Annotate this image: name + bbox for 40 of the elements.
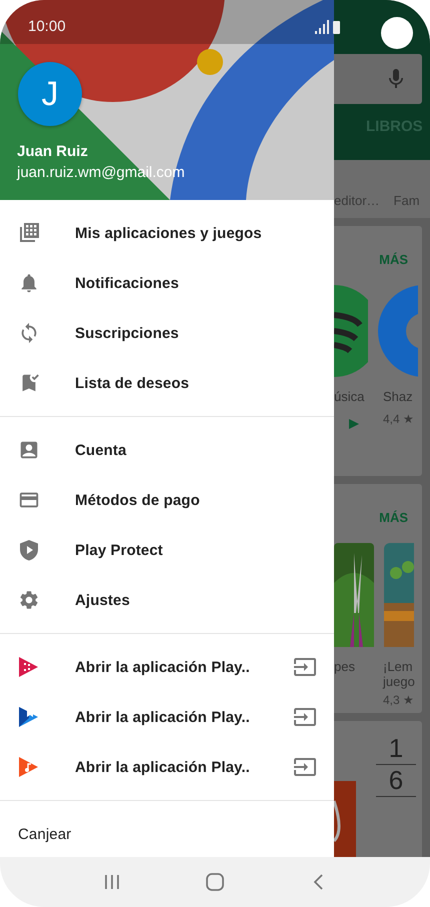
menu-item[interactable]: Cuenta <box>0 425 334 475</box>
signal-battery-icon <box>315 20 343 34</box>
editor-choice-icon <box>348 418 360 430</box>
menu-item[interactable]: Canjear <box>0 811 334 857</box>
open-app-icon[interactable] <box>293 755 317 779</box>
app-title: pes <box>334 659 356 674</box>
movies-app-icon <box>18 656 38 678</box>
menu-item[interactable]: Notificaciones <box>0 258 334 308</box>
app-rating: 4,3 ★ <box>383 693 416 707</box>
menu-item[interactable]: Abrir la aplicación Play.. <box>0 742 334 792</box>
settings-icon <box>18 589 40 611</box>
app-title: Shaz <box>383 389 414 404</box>
status-time: 10:00 <box>28 18 66 35</box>
app-icon <box>378 285 418 377</box>
number-text: 6 <box>376 765 416 797</box>
menu-item[interactable]: Abrir la aplicación Play.. <box>0 642 334 692</box>
menu-item[interactable]: Abrir la aplicación Play.. <box>0 692 334 742</box>
account-name: Juan Ruiz <box>17 143 88 160</box>
shield-icon <box>18 539 40 561</box>
menu-item[interactable]: Play Protect <box>0 525 334 575</box>
open-app-icon[interactable] <box>293 705 317 729</box>
menu-item[interactable]: Mis aplicaciones y juegos <box>0 208 334 258</box>
books-app-icon <box>18 706 38 728</box>
menu-item[interactable]: Ajustes <box>0 575 334 625</box>
search-field[interactable] <box>334 54 422 104</box>
recents-icon <box>104 874 120 890</box>
back-icon <box>313 874 324 890</box>
home-icon <box>206 873 224 891</box>
menu-item[interactable]: Lista de deseos <box>0 358 334 408</box>
number-text: 1 <box>376 733 416 765</box>
account-icon <box>18 439 40 461</box>
app-title: úsica <box>334 389 366 404</box>
app-icon <box>334 285 368 377</box>
app-rating: 4,4 ★ <box>383 412 416 426</box>
app-title: ¡Lem juego <box>383 659 416 689</box>
menu-item[interactable]: Métodos de pago <box>0 475 334 525</box>
music-app-icon <box>18 756 38 778</box>
open-app-icon[interactable] <box>293 655 317 679</box>
apps-icon <box>18 222 40 244</box>
menu-item[interactable]: Suscripciones <box>0 308 334 358</box>
